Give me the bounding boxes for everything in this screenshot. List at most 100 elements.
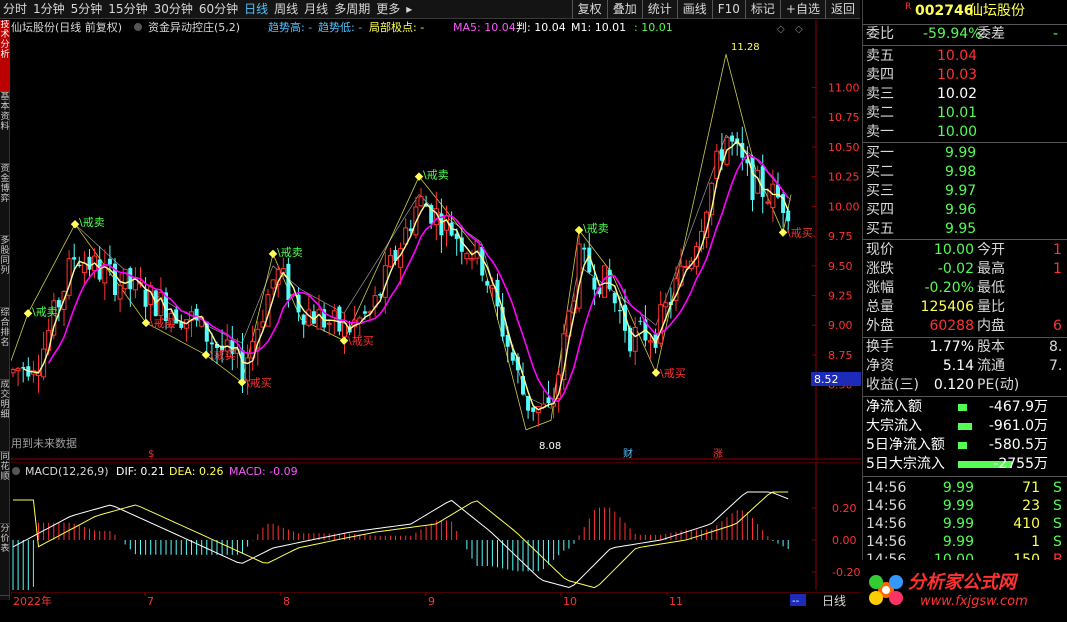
diamond-icon[interactable]: ◇ (777, 24, 785, 35)
tick-row: 14:56 9.99 410 S (863, 515, 1067, 534)
flow-bar (958, 423, 973, 430)
buy-signal-label: \戒买 (210, 349, 236, 362)
weicha-label: 委差 (977, 26, 1005, 42)
period-tab-60min[interactable]: 60分钟 (196, 0, 241, 19)
fund-value: 0.120 (933, 377, 974, 393)
flow-label: 净流入额 (866, 399, 922, 415)
period-tab-more[interactable]: 更多 (373, 0, 403, 19)
flow-row: 5日净流入额 -580.5万 (863, 436, 1067, 455)
restore-rights-button[interactable]: 复权 (571, 0, 607, 19)
price-axis-label: 9.00 (828, 319, 853, 332)
buy-signal-label: \戒买 (348, 335, 374, 348)
sell-signal-label: \戒卖 (79, 216, 105, 229)
stat-value: -0.02 (937, 261, 974, 277)
flow-bar (958, 404, 967, 411)
time-label: 11 (669, 595, 683, 608)
overlay-button[interactable]: 叠加 (606, 0, 642, 19)
grid-toggle-icon[interactable]: ◇ (795, 24, 803, 35)
vtab-4[interactable]: 综合排名 (0, 308, 10, 380)
scroll-marker-text: -- (792, 596, 800, 607)
period-label: 日线 (822, 594, 846, 608)
time-label: 9 (428, 595, 435, 608)
high-price-label: 11.28 (731, 42, 760, 53)
period-tab-1min[interactable]: 1分钟 (30, 0, 68, 19)
tick-row: 14:56 9.99 1 S (863, 533, 1067, 552)
kline-chart[interactable]: 11.00 10.75 10.50 10.25 10.00 9.75 9.50 9.25 9.0… (11, 20, 861, 460)
period-tab-30min[interactable]: 30分钟 (151, 0, 196, 19)
add-watchlist-button[interactable]: +自选 (779, 0, 825, 19)
vtab-1[interactable]: 基本资料 (0, 92, 10, 164)
ask-row: 卖一 10.00 (863, 123, 1067, 142)
bid-label: 买二 (866, 164, 894, 180)
left-vertical-tabs: 技术分析 基本资料 资金博弈 多股同列 综合排名 成交明细 同花顺 分价表 (0, 20, 10, 600)
period-tab-5min[interactable]: 5分钟 (68, 0, 106, 19)
period-tab-daily[interactable]: 日线 (241, 0, 271, 19)
bid-label: 买四 (866, 202, 894, 218)
flow-value: -580.5万 (988, 437, 1048, 453)
tick-volume: 1 (1031, 534, 1040, 550)
tick-volume: 23 (1022, 498, 1040, 514)
sell-signal-label: \戒卖 (277, 246, 303, 259)
stat-label-2: 今开 (977, 242, 1005, 258)
stat-label-2: 内盘 (977, 318, 1005, 334)
fund-label-2: 股本 (977, 339, 1005, 355)
ask-label: 卖三 (866, 86, 894, 102)
event-marker-rise[interactable]: 涨 (713, 448, 723, 460)
period-tab-intraday[interactable]: 分时 (0, 0, 30, 19)
bid-price: 9.95 (945, 221, 977, 237)
fund-value: 5.14 (942, 358, 974, 374)
fund-label-2: 流通 (977, 358, 1005, 374)
mark-button[interactable]: 标记 (744, 0, 780, 19)
indicator-dropdown-icon[interactable] (134, 23, 142, 31)
vtab-6[interactable]: 同花顺 (0, 452, 10, 524)
stat-value-2: 6 (1053, 318, 1062, 334)
stat-value: -0.20% (924, 280, 974, 296)
price-axis-label: 10.75 (828, 111, 860, 124)
macd-chart[interactable]: 0.20 0.00 -0.20 MACD(12,26,9) DIF: 0.21 DE… (11, 462, 861, 590)
fund-row: 净资 5.14 流通 7. (863, 357, 1067, 376)
tick-row: 14:56 9.99 71 S (863, 479, 1067, 498)
event-marker-finance[interactable]: 财 (623, 447, 633, 460)
sell-signal-label: \戒卖 (423, 169, 449, 182)
fund-value: 1.77% (929, 339, 974, 355)
stock-code: 002746 (915, 3, 974, 19)
vtab-3[interactable]: 多股同列 (0, 236, 10, 308)
stock-name: 仙坛股份 (969, 3, 1025, 19)
bid-row: 买三 9.97 (863, 182, 1067, 201)
price-axis-label: 9.75 (828, 230, 853, 243)
tick-side: S (1053, 534, 1062, 550)
price-axis-label: 10.00 (828, 200, 860, 213)
back-button[interactable]: 返回 (824, 0, 860, 19)
vtab-5[interactable]: 成交明细 (0, 380, 10, 452)
price-axis-label: 11.00 (828, 82, 860, 95)
flow-bar (958, 442, 967, 449)
draw-line-button[interactable]: 画线 (676, 0, 712, 19)
vtab-0[interactable]: 技术分析 (0, 20, 10, 92)
flow-row: 净流入额 -467.9万 (863, 398, 1067, 417)
buy-signal-label: \戒买 (246, 376, 272, 389)
tick-price: 9.99 (942, 498, 974, 514)
time-label: 8 (283, 595, 290, 608)
stat-value: 60288 (929, 318, 974, 334)
current-price-tag-text: 8.52 (814, 373, 839, 386)
event-marker-dividend[interactable]: $ (148, 449, 154, 460)
ask-price: 10.03 (937, 67, 978, 83)
more-arrow-icon[interactable]: ▸ (403, 0, 415, 19)
period-tab-monthly[interactable]: 月线 (301, 0, 331, 19)
period-tab-weekly[interactable]: 周线 (271, 0, 301, 19)
fund-value-2: 8. (1049, 339, 1063, 355)
vtab-7[interactable]: 分价表 (0, 524, 10, 596)
judge-label: 判: 10.04 (516, 21, 566, 34)
time-label: 7 (147, 595, 154, 608)
trend-high-label: 趋势高: - (268, 20, 312, 34)
statistics-button[interactable]: 统计 (641, 0, 677, 19)
period-tab-multi[interactable]: 多周期 (331, 0, 373, 19)
watermark-logo: 分析家公式网 www.fxjgsw.com (862, 560, 1067, 619)
vtab-2[interactable]: 资金博弈 (0, 164, 10, 236)
stat-row: 总量 125406 量比 (863, 298, 1067, 317)
m1b-label: : 10.01 (634, 21, 673, 34)
f10-button[interactable]: F10 (711, 0, 745, 19)
weibi-row: 委比 -59.94% 委差 - (863, 25, 1067, 44)
macd-dropdown-icon[interactable] (12, 467, 20, 475)
period-tab-15min[interactable]: 15分钟 (105, 0, 150, 19)
